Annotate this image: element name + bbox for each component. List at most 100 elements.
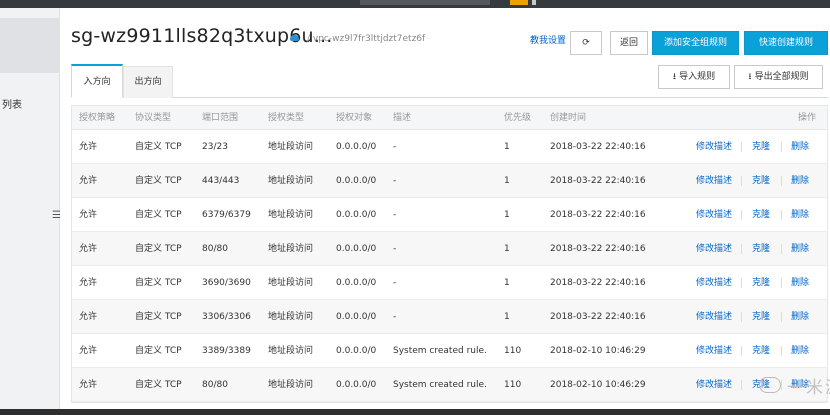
column-header: 操作 xyxy=(798,113,817,123)
edit-description-link[interactable]: 修改描述 xyxy=(696,164,732,198)
description-cell: System created rule. xyxy=(393,380,487,390)
priority-cell: 1 xyxy=(504,210,510,220)
description-cell: - xyxy=(393,312,397,322)
tutorial-link[interactable]: 教我设置 xyxy=(530,27,566,55)
column-header: 授权类型 xyxy=(268,113,305,123)
quick-create-rule-button[interactable]: 快速创建规则 xyxy=(744,31,828,55)
clone-link[interactable]: 克隆 xyxy=(752,300,770,334)
sidebar-collapse-icon[interactable]: ☰ xyxy=(52,209,61,223)
port-range-cell: 80/80 xyxy=(202,244,228,254)
port-range-cell: 6379/6379 xyxy=(202,210,251,220)
action-separator xyxy=(781,176,782,186)
column-header: 授权策略 xyxy=(79,113,116,123)
description-cell: - xyxy=(393,142,397,152)
refresh-button[interactable]: ⟳ xyxy=(570,31,602,55)
priority-cell: 110 xyxy=(504,380,522,390)
action-separator xyxy=(781,244,782,254)
clone-link[interactable]: 克隆 xyxy=(752,334,770,368)
policy-cell: 允许 xyxy=(79,312,98,322)
sidebar-selected-item[interactable] xyxy=(0,18,60,73)
clone-link[interactable]: 克隆 xyxy=(752,198,770,232)
import-rules-button[interactable]: ⭳ 导入规则 xyxy=(658,65,730,89)
delete-link[interactable]: 删除 xyxy=(791,300,809,334)
edit-description-link[interactable]: 修改描述 xyxy=(696,300,732,334)
add-security-rule-button[interactable]: 添加安全组规则 xyxy=(652,31,739,55)
clone-link[interactable]: 克隆 xyxy=(752,232,770,266)
auth-object-cell: 0.0.0.0/0 xyxy=(336,142,377,152)
auth-type-cell: 地址段访问 xyxy=(268,210,314,220)
protocol-cell: 自定义 TCP xyxy=(135,244,182,254)
port-range-cell: 3690/3690 xyxy=(202,278,251,288)
column-header: 授权对象 xyxy=(336,113,373,123)
action-separator xyxy=(781,312,782,322)
auth-type-cell: 地址段访问 xyxy=(268,278,314,288)
created-time-cell: 2018-03-22 22:40:16 xyxy=(550,142,646,152)
table-row: 允许 自定义 TCP 3690/3690 地址段访问 0.0.0.0/0 - 1 2018-0… xyxy=(72,266,827,300)
priority-cell: 1 xyxy=(504,176,510,186)
created-time-cell: 2018-03-22 22:40:16 xyxy=(550,176,646,186)
table-row: 允许 自定义 TCP 80/80 地址段访问 0.0.0.0/0 - 1 2018-03-22… xyxy=(72,232,827,266)
notification-badge[interactable] xyxy=(510,0,528,5)
created-time-cell: 2018-03-22 22:40:16 xyxy=(550,210,646,220)
edit-description-link[interactable]: 修改描述 xyxy=(696,266,732,300)
priority-cell: 110 xyxy=(504,346,522,356)
upload-icon: ⭳ xyxy=(672,72,677,82)
action-separator xyxy=(741,244,742,254)
priority-cell: 1 xyxy=(504,278,510,288)
delete-link[interactable]: 删除 xyxy=(791,232,809,266)
port-range-cell: 3389/3389 xyxy=(202,346,251,356)
edit-description-link[interactable]: 修改描述 xyxy=(696,130,732,164)
protocol-cell: 自定义 TCP xyxy=(135,210,182,220)
auth-object-cell: 0.0.0.0/0 xyxy=(336,312,377,322)
delete-link[interactable]: 删除 xyxy=(791,130,809,164)
user-menu-stub[interactable] xyxy=(532,0,536,5)
action-separator xyxy=(741,312,742,322)
column-header: 端口范围 xyxy=(202,113,239,123)
column-header: 协议类型 xyxy=(135,113,172,123)
edit-description-link[interactable]: 修改描述 xyxy=(696,334,732,368)
port-range-cell: 3306/3306 xyxy=(202,312,251,322)
delete-link[interactable]: 删除 xyxy=(791,266,809,300)
wechat-logo-icon xyxy=(759,377,781,393)
delete-link[interactable]: 删除 xyxy=(791,334,809,368)
clone-link[interactable]: 克隆 xyxy=(752,164,770,198)
edit-description-link[interactable]: 修改描述 xyxy=(696,198,732,232)
table-row: 允许 自定义 TCP 6379/6379 地址段访问 0.0.0.0/0 - 1 2018-0… xyxy=(72,198,827,232)
edit-description-link[interactable]: 修改描述 xyxy=(696,232,732,266)
tab-outbound[interactable]: 出方向 xyxy=(123,66,173,98)
back-button[interactable]: 返回 xyxy=(610,31,648,55)
delete-link[interactable]: 删除 xyxy=(791,164,809,198)
top-search-bar[interactable] xyxy=(360,0,490,5)
action-separator xyxy=(781,278,782,288)
action-separator xyxy=(781,142,782,152)
policy-cell: 允许 xyxy=(79,176,98,186)
column-header: 优先级 xyxy=(504,113,532,123)
auth-type-cell: 地址段访问 xyxy=(268,176,314,186)
table-row: 允许 自定义 TCP 80/80 地址段访问 0.0.0.0/0 System creat… xyxy=(72,368,827,402)
main-content: sg-wz9911lls82q3txup6u... / vpc-wz9l7fr3… xyxy=(61,8,830,415)
created-time-cell: 2018-03-22 22:40:16 xyxy=(550,244,646,254)
sidebar-item-list-label[interactable]: 列表 xyxy=(2,96,22,111)
policy-cell: 允许 xyxy=(79,380,98,390)
watermark: 一米源码 xyxy=(751,369,830,409)
priority-cell: 1 xyxy=(504,312,510,322)
port-range-cell: 443/443 xyxy=(202,176,240,186)
export-all-rules-button[interactable]: ⭳ 导出全部规则 xyxy=(734,65,823,89)
tab-inbound[interactable]: 入方向 xyxy=(71,64,123,98)
import-rules-label: 导入规则 xyxy=(679,72,716,82)
clone-link[interactable]: 克隆 xyxy=(752,130,770,164)
policy-cell: 允许 xyxy=(79,244,98,254)
description-cell: - xyxy=(393,210,397,220)
port-range-cell: 23/23 xyxy=(202,142,228,152)
protocol-cell: 自定义 TCP xyxy=(135,142,182,152)
table-row: 允许 自定义 TCP 3389/3389 地址段访问 0.0.0.0/0 System c… xyxy=(72,334,827,368)
auth-type-cell: 地址段访问 xyxy=(268,142,314,152)
created-time-cell: 2018-02-10 10:46:29 xyxy=(550,346,646,356)
description-cell: System created rule. xyxy=(393,346,487,356)
clone-link[interactable]: 克隆 xyxy=(752,266,770,300)
auth-object-cell: 0.0.0.0/0 xyxy=(336,278,377,288)
auth-type-cell: 地址段访问 xyxy=(268,312,314,322)
delete-link[interactable]: 删除 xyxy=(791,198,809,232)
edit-description-link[interactable]: 修改描述 xyxy=(696,368,732,402)
auth-object-cell: 0.0.0.0/0 xyxy=(336,176,377,186)
